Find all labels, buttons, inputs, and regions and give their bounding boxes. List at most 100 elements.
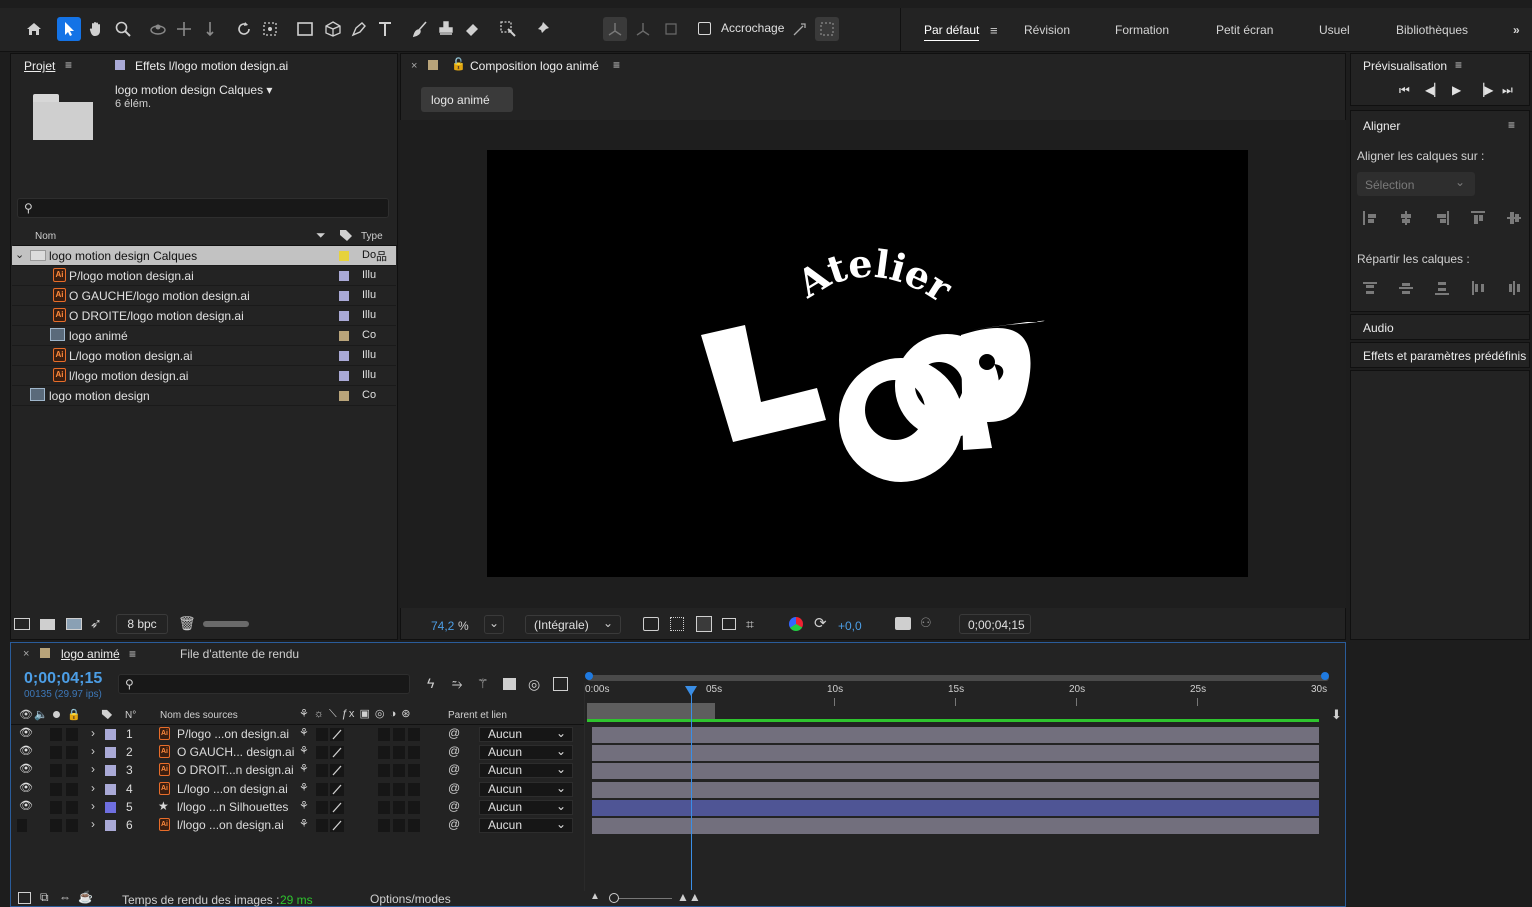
effects-controls-tab[interactable]: Effets l/logo motion design.ai — [135, 59, 288, 73]
new-composition-icon[interactable] — [66, 618, 82, 630]
solo-switch[interactable] — [50, 746, 62, 759]
bit-depth-button[interactable]: 8 bpc — [116, 614, 168, 634]
shy-switch-icon[interactable]: ⚘ — [299, 817, 309, 830]
workspace-menu-icon[interactable]: ≡ — [990, 23, 998, 38]
render-queue-tab[interactable]: File d'attente de rendu — [180, 647, 299, 661]
show-snapshot-icon[interactable]: ⚇ — [920, 615, 932, 631]
motion-blur-switch[interactable] — [393, 783, 405, 796]
snapshot-camera-icon[interactable] — [895, 617, 911, 630]
pick-whip-icon[interactable]: @ — [448, 726, 460, 740]
brush-icon[interactable] — [408, 17, 432, 41]
label-color-swatch[interactable] — [339, 311, 349, 321]
3d-switch[interactable] — [408, 783, 420, 796]
text-icon[interactable] — [373, 17, 397, 41]
trash-icon[interactable]: 🗑 — [178, 615, 196, 632]
timeline-layer-row[interactable]: 👁 › 3 Ai O DROIT...n design.ai ⚘ @ Aucun ⌄ — [12, 762, 582, 780]
lock-switch[interactable] — [66, 801, 78, 814]
project-row[interactable]: logo animé Co — [12, 326, 396, 346]
composition-canvas[interactable]: Atelier — [487, 150, 1248, 577]
layer-source-name[interactable]: l/logo ...n Silhouettes — [177, 800, 288, 814]
roto-brush-icon[interactable] — [496, 17, 520, 41]
zoom-dropdown-chevron-icon[interactable]: ⌄ — [484, 615, 504, 634]
safe-margins-icon[interactable] — [722, 618, 736, 630]
label-color-swatch[interactable] — [339, 291, 349, 301]
render-time-toggle-icon[interactable]: ☕ — [78, 890, 93, 904]
adjustment-switch[interactable] — [378, 783, 390, 796]
layer-duration-bar[interactable] — [592, 800, 1319, 816]
expand-layer-chevron-icon[interactable]: › — [91, 817, 95, 831]
previous-frame-icon[interactable]: ◀︎▏ — [1425, 83, 1443, 97]
expand-layer-chevron-icon[interactable]: › — [91, 781, 95, 795]
rectangle-icon[interactable] — [293, 17, 317, 41]
options-modes-toggle[interactable]: Options/modes — [370, 892, 451, 906]
thumbnail-size-slider[interactable] — [203, 621, 249, 627]
home-icon[interactable] — [22, 17, 46, 41]
expand-layer-chevron-icon[interactable]: › — [91, 799, 95, 813]
snapping-options-icon[interactable] — [788, 17, 812, 41]
distribute-top-icon[interactable] — [1363, 281, 1377, 295]
close-timeline-tab-icon[interactable]: × — [23, 648, 29, 660]
exposure-value[interactable]: +0,0 — [838, 619, 862, 633]
layer-label-swatch[interactable] — [105, 802, 116, 813]
solo-switch[interactable] — [50, 819, 62, 832]
next-frame-icon[interactable]: ▕▶ — [1475, 83, 1493, 97]
3d-switch[interactable] — [408, 728, 420, 741]
project-row[interactable]: Ai O GAUCHE/logo motion design.ai Illu — [12, 286, 396, 306]
shy-switch-icon[interactable]: ⚘ — [299, 726, 309, 739]
label-color-swatch[interactable] — [339, 391, 349, 401]
project-row[interactable]: Ai O DROITE/logo motion design.ai Illu — [12, 306, 396, 326]
pick-whip-icon[interactable]: @ — [448, 781, 460, 795]
pan-behind-icon[interactable] — [258, 17, 282, 41]
shy-switch-icon[interactable]: ⚘ — [299, 781, 309, 794]
layer-source-name[interactable]: L/logo ...on design.ai — [177, 782, 288, 796]
project-row[interactable]: Ai P/logo motion design.ai Illu — [12, 266, 396, 286]
expand-layer-chevron-icon[interactable]: › — [91, 744, 95, 758]
layer-label-swatch[interactable] — [105, 729, 116, 740]
rotate-icon[interactable] — [232, 17, 256, 41]
parent-chevron-down-icon[interactable]: ⌄ — [556, 762, 566, 776]
quality-switch[interactable] — [330, 801, 344, 814]
layer-duration-bar[interactable] — [592, 727, 1319, 743]
fast-preview-icon[interactable] — [643, 617, 659, 631]
distribute-left-icon[interactable] — [1471, 281, 1485, 295]
transfer-controls-icon[interactable]: ⧉ — [40, 890, 49, 905]
collapse-switch[interactable] — [316, 728, 328, 741]
zoom-slider-knob[interactable] — [609, 893, 619, 903]
motion-blur-switch[interactable] — [393, 801, 405, 814]
layer-label-swatch[interactable] — [105, 784, 116, 795]
reset-exposure-icon[interactable]: ⟳ — [814, 614, 827, 632]
frame-blending-icon[interactable]: ⚚ — [477, 676, 489, 692]
timeline-layer-row[interactable]: 👁 › 1 Ai P/logo ...on design.ai ⚘ @ Aucun ⌄ — [12, 726, 582, 744]
pick-whip-icon[interactable]: @ — [448, 817, 460, 831]
pick-whip-icon[interactable]: @ — [448, 799, 460, 813]
workspace-default[interactable]: Par défaut — [924, 23, 980, 41]
region-of-interest-icon[interactable]: ⌗ — [746, 616, 754, 633]
parent-chevron-down-icon[interactable]: ⌄ — [556, 781, 566, 795]
distribute-vertical-center-icon[interactable] — [1399, 281, 1413, 295]
layer-source-name[interactable]: P/logo ...on design.ai — [177, 727, 289, 741]
eraser-icon[interactable] — [460, 17, 484, 41]
motion-blur-switch[interactable] — [393, 764, 405, 777]
audio-speaker-icon[interactable]: 🔈 — [34, 708, 48, 721]
layer-visibility-eye-icon[interactable]: 👁 — [19, 726, 33, 739]
label-color-swatch[interactable] — [339, 351, 349, 361]
snap-grid-icon[interactable] — [815, 17, 839, 41]
expand-layer-chevron-icon[interactable]: › — [91, 762, 95, 776]
parent-chevron-down-icon[interactable]: ⌄ — [556, 799, 566, 813]
project-tab[interactable]: Projet — [24, 59, 55, 73]
transparency-grid-icon[interactable] — [670, 617, 684, 631]
distribute-bottom-icon[interactable] — [1435, 281, 1449, 295]
layer-source-name[interactable]: O DROIT...n design.ai — [177, 763, 294, 777]
project-row[interactable]: ⌄ logo motion design Calques Do 品 — [12, 246, 396, 266]
comp-breadcrumb[interactable]: logo animé — [421, 87, 513, 112]
collapse-switch[interactable] — [316, 801, 328, 814]
adjustment-switch[interactable] — [378, 764, 390, 777]
layer-duration-bar[interactable] — [592, 745, 1319, 761]
snapping-checkbox[interactable] — [698, 22, 711, 35]
solo-dot-icon[interactable] — [53, 711, 60, 718]
sort-chevron-down-icon[interactable]: ⏷ — [316, 228, 326, 243]
timeline-comp-tab[interactable]: logo animé — [61, 647, 120, 661]
workspace-learning[interactable]: Formation — [1115, 23, 1169, 37]
shy-switch-icon[interactable]: ⚘ — [299, 762, 309, 775]
collapse-switch[interactable] — [316, 764, 328, 777]
